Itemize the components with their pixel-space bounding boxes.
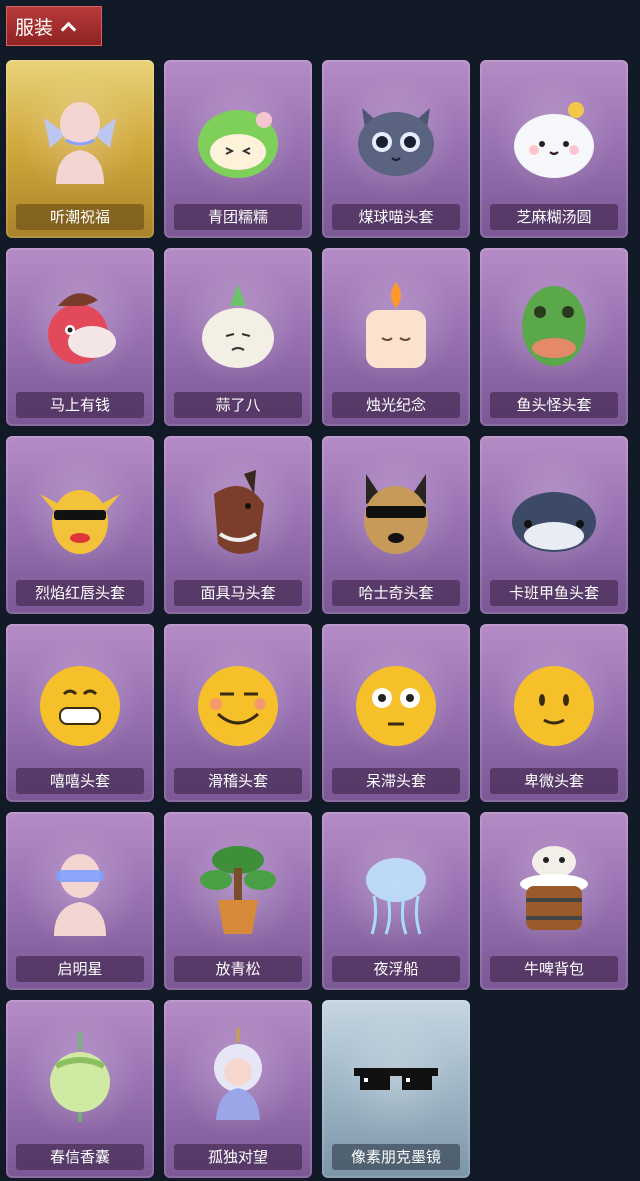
green-rice-ball-icon xyxy=(198,110,278,178)
outfit-card-coal-cat[interactable]: 煤球喵头套 xyxy=(322,60,470,238)
outfit-label: 卡班甲鱼头套 xyxy=(490,580,618,606)
bonsai-pine-icon xyxy=(200,846,276,934)
outfit-label: 嘻嘻头套 xyxy=(16,768,144,794)
outfit-label: 面具马头套 xyxy=(174,580,302,606)
humble-emoji-icon xyxy=(514,666,594,746)
green-sachet-icon xyxy=(50,1032,110,1122)
outfit-card-horse-money[interactable]: 马上有钱 xyxy=(6,248,154,426)
blue-mask-avatar-icon xyxy=(54,854,106,936)
outfit-label: 哈士奇头套 xyxy=(332,580,460,606)
outfit-label: 芝麻糊汤圆 xyxy=(490,204,618,230)
outfit-label: 马上有钱 xyxy=(16,392,144,418)
outfit-label: 牛啤背包 xyxy=(490,956,618,982)
outfit-label: 听潮祝福 xyxy=(16,204,144,230)
blue-fish-head-icon xyxy=(512,492,596,552)
grinning-emoji-icon xyxy=(40,666,120,746)
outfit-card-pine[interactable]: 放青松 xyxy=(164,812,312,990)
outfit-label: 烛光纪念 xyxy=(332,392,460,418)
outfit-card-dazed[interactable]: 呆滞头套 xyxy=(322,624,470,802)
funny-emoji-icon xyxy=(198,666,278,746)
candle-head-icon xyxy=(366,282,426,368)
red-horse-head-icon xyxy=(48,293,116,364)
outfit-card-red-lips[interactable]: 烈焰红唇头套 xyxy=(6,436,154,614)
outfit-card-candle[interactable]: 烛光纪念 xyxy=(322,248,470,426)
outfit-card-cow-beer[interactable]: 牛啤背包 xyxy=(480,812,628,990)
outfit-card-sesame-dumpling[interactable]: 芝麻糊汤圆 xyxy=(480,60,628,238)
garlic-head-icon xyxy=(202,284,274,368)
outfit-card-funny[interactable]: 滑稽头套 xyxy=(164,624,312,802)
outfit-label: 烈焰红唇头套 xyxy=(16,580,144,606)
crystal-wings-avatar-icon xyxy=(44,102,116,184)
outfit-card-grinning[interactable]: 嘻嘻头套 xyxy=(6,624,154,802)
pixel-sunglasses-icon xyxy=(354,1068,438,1090)
doll-keychain-icon xyxy=(214,1028,262,1120)
outfit-label: 孤独对望 xyxy=(174,1144,302,1170)
outfit-card-tingchao-blessing[interactable]: 听潮祝福 xyxy=(6,60,154,238)
outfit-card-lonely-gaze[interactable]: 孤独对望 xyxy=(164,1000,312,1178)
outfit-label: 煤球喵头套 xyxy=(332,204,460,230)
outfit-card-garlic[interactable]: 蒜了八 xyxy=(164,248,312,426)
outfit-label: 呆滞头套 xyxy=(332,768,460,794)
outfit-label: 蒜了八 xyxy=(174,392,302,418)
outfit-grid: 听潮祝福 青团糯糯 煤球喵头套 芝麻糊汤圆 马上有钱 蒜了八 烛光纪念 鱼头怪头… xyxy=(0,0,640,1181)
husky-sunglasses-icon xyxy=(364,474,428,554)
brown-horse-mask-icon xyxy=(214,470,264,554)
white-dumpling-icon xyxy=(514,102,594,178)
cow-beer-backpack-icon xyxy=(520,846,588,930)
jellyfish-ornament-icon xyxy=(366,858,426,935)
green-fish-head-icon xyxy=(522,286,586,366)
outfit-label: 鱼头怪头套 xyxy=(490,392,618,418)
outfit-label: 卑微头套 xyxy=(490,768,618,794)
outfit-card-humble[interactable]: 卑微头套 xyxy=(480,624,628,802)
yellow-pika-mask-icon xyxy=(40,490,120,554)
outfit-label: 春信香囊 xyxy=(16,1144,144,1170)
outfit-card-qingtuan[interactable]: 青团糯糯 xyxy=(164,60,312,238)
outfit-card-fish-monster[interactable]: 鱼头怪头套 xyxy=(480,248,628,426)
outfit-label: 启明星 xyxy=(16,956,144,982)
outfit-card-spring-sachet[interactable]: 春信香囊 xyxy=(6,1000,154,1178)
gray-cat-head-icon xyxy=(358,108,434,176)
outfit-card-morning-star[interactable]: 启明星 xyxy=(6,812,154,990)
outfit-card-husky[interactable]: 哈士奇头套 xyxy=(322,436,470,614)
outfit-card-night-boat[interactable]: 夜浮船 xyxy=(322,812,470,990)
outfit-label: 像素朋克墨镜 xyxy=(332,1144,460,1170)
dazed-emoji-icon xyxy=(356,666,436,746)
outfit-label: 青团糯糯 xyxy=(174,204,302,230)
outfit-label: 滑稽头套 xyxy=(174,768,302,794)
outfit-card-pixel-glasses[interactable]: 像素朋克墨镜 xyxy=(322,1000,470,1178)
outfit-label: 夜浮船 xyxy=(332,956,460,982)
outfit-label: 放青松 xyxy=(174,956,302,982)
outfit-card-horse-mask[interactable]: 面具马头套 xyxy=(164,436,312,614)
outfit-card-kaban-turtle[interactable]: 卡班甲鱼头套 xyxy=(480,436,628,614)
